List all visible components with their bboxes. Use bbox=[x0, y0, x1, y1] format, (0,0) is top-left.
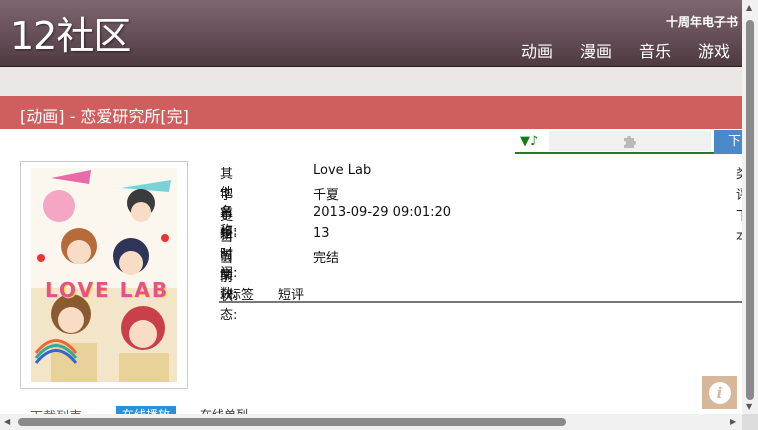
nav-music[interactable]: 音乐 bbox=[639, 38, 671, 62]
vertical-scroll-thumb[interactable] bbox=[746, 20, 754, 400]
puzzle-icon bbox=[624, 136, 636, 148]
horizontal-scroll-thumb[interactable] bbox=[18, 418, 566, 426]
page-title-bar: [动画] - 恋爱研究所[完] bbox=[0, 96, 742, 129]
detail-tabs: 标签 短评 bbox=[219, 282, 742, 303]
nav-manga[interactable]: 漫画 bbox=[580, 38, 612, 62]
horizontal-scrollbar[interactable]: ◀ ▶ bbox=[0, 414, 742, 430]
plugin-placeholder[interactable] bbox=[549, 131, 711, 151]
info-value: 2013-09-29 09:01:20 bbox=[313, 205, 452, 220]
nav-games[interactable]: 游戏 bbox=[698, 38, 730, 62]
page-viewport: 12社区 十周年电子书 动画 漫画 音乐 游戏 [动画] - 恋爱研究所[完] … bbox=[0, 0, 742, 414]
player-toolbar: ▼♪ 下 bbox=[515, 130, 742, 154]
scroll-right-icon[interactable]: ▶ bbox=[730, 417, 736, 427]
scroll-up-icon[interactable]: ▲ bbox=[746, 3, 752, 13]
ebook-link[interactable]: 十周年电子书 bbox=[666, 13, 738, 30]
scroll-down-icon[interactable]: ▼ bbox=[746, 402, 752, 412]
info-icon: i bbox=[708, 381, 731, 404]
tab-tags[interactable]: 标签 bbox=[228, 284, 254, 303]
subheader-band bbox=[0, 67, 742, 96]
info-value: 13 bbox=[313, 226, 330, 241]
tab-online-single[interactable]: 在线单列 bbox=[200, 406, 248, 414]
info-value: Love Lab bbox=[313, 163, 372, 178]
scrollbar-corner bbox=[742, 414, 758, 430]
list-tabs: 下载列表 在线播放 在线单列 bbox=[0, 404, 742, 414]
page-title: [动画] - 恋爱研究所[完] bbox=[20, 107, 189, 126]
site-logo[interactable]: 12社区 bbox=[10, 14, 131, 58]
toolbar-underline bbox=[515, 152, 715, 154]
download-list-link[interactable]: 下载列表 bbox=[30, 406, 82, 414]
cover-title: LOVE LAB bbox=[45, 278, 170, 302]
main-nav: 动画 漫画 音乐 游戏 bbox=[521, 38, 730, 62]
cover-image: LOVE LAB bbox=[20, 161, 188, 389]
info-button[interactable]: i bbox=[702, 376, 737, 409]
site-header: 12社区 十周年电子书 动画 漫画 音乐 游戏 bbox=[0, 0, 742, 67]
tab-reviews[interactable]: 短评 bbox=[278, 284, 304, 303]
cover-art: LOVE LAB bbox=[31, 168, 177, 382]
music-toggle-icon[interactable]: ▼♪ bbox=[520, 134, 538, 149]
nav-anime[interactable]: 动画 bbox=[521, 38, 553, 62]
download-button[interactable]: 下 bbox=[714, 130, 742, 154]
scroll-left-icon[interactable]: ◀ bbox=[4, 417, 10, 427]
vertical-scrollbar[interactable]: ▲ ▼ bbox=[742, 0, 758, 414]
info-value: 完结 bbox=[313, 251, 340, 266]
info-value[interactable]: 千夏 bbox=[313, 184, 339, 203]
tab-online-play[interactable]: 在线播放 bbox=[116, 406, 177, 414]
